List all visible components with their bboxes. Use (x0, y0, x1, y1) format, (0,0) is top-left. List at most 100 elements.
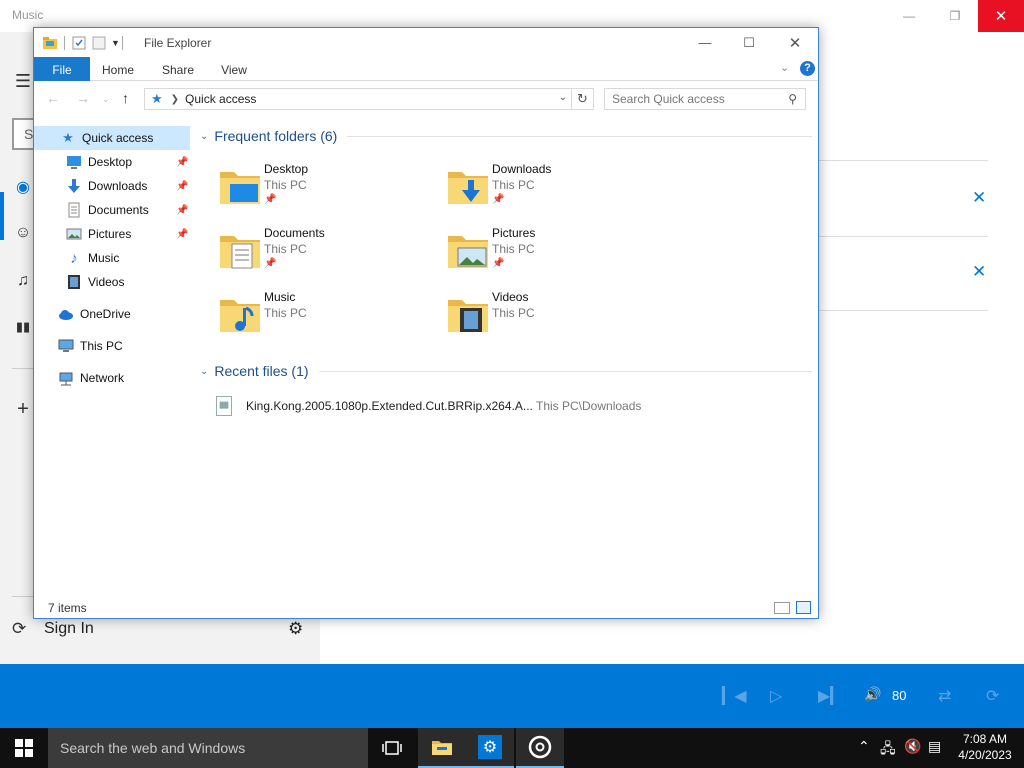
quick-access-icon: ★ (62, 130, 74, 145)
tab-file[interactable]: File (34, 57, 90, 81)
recent-files-header[interactable]: ⌄ Recent files (1) (200, 363, 812, 379)
folder-tile-documents[interactable]: Documents This PC 📌 (218, 226, 428, 282)
nav-item-pictures[interactable]: Pictures 📌 (34, 222, 190, 246)
tab-home[interactable]: Home (96, 57, 140, 81)
music-close-button[interactable]: ✕ (978, 0, 1024, 32)
breadcrumb-chevron-icon[interactable]: ❯ (171, 94, 179, 105)
taskbar-file-explorer[interactable] (418, 728, 466, 768)
pin-icon: 📌 (264, 258, 277, 269)
artists-icon[interactable]: ☺ (12, 222, 34, 244)
explorer-maximize-button[interactable]: ☐ (726, 28, 772, 57)
collapse-chevron-icon[interactable]: ⌄ (200, 366, 208, 377)
shuffle-icon[interactable]: ⇄ (938, 686, 951, 706)
nav-item-videos[interactable]: Videos (34, 270, 190, 294)
folder-tile-music[interactable]: Music This PC (218, 290, 428, 346)
taskbar-clock[interactable]: 7:08 AM 4/20/2023 (950, 731, 1020, 763)
taskbar-groove-music[interactable] (516, 728, 564, 768)
taskbar-search-box[interactable]: Search the web and Windows (48, 728, 368, 768)
music-restore-button[interactable]: ❐ (932, 0, 978, 32)
new-folder-icon[interactable] (91, 35, 107, 51)
explorer-close-button[interactable]: ✕ (772, 28, 818, 57)
taskbar-settings[interactable]: ⚙ (466, 728, 514, 768)
next-track-icon[interactable]: ▶▎ (818, 686, 843, 706)
tab-share[interactable]: Share (156, 57, 200, 81)
pin-icon[interactable]: 📌 (176, 157, 188, 168)
songs-icon[interactable]: ♫ (12, 270, 34, 292)
pin-icon: 📌 (492, 194, 505, 205)
frequent-folders-header[interactable]: ⌄ Frequent folders (6) (200, 128, 812, 144)
nav-item-music[interactable]: ♪ Music (34, 246, 190, 270)
nav-item-onedrive[interactable]: OneDrive (34, 302, 190, 326)
item-count: 7 items (48, 601, 87, 615)
now-playing-icon[interactable]: ▮▮ (12, 316, 34, 338)
nav-item-downloads[interactable]: Downloads 📌 (34, 174, 190, 198)
properties-icon[interactable] (71, 35, 87, 51)
nav-divider-bottom (12, 596, 34, 597)
show-hidden-icons-chevron-icon[interactable]: ⌃ (858, 738, 870, 755)
status-bar: 7 items (34, 598, 818, 618)
action-center-icon[interactable]: ▤ (928, 738, 941, 755)
back-arrow-icon[interactable]: ← (46, 90, 60, 106)
nav-item-network[interactable]: Network (34, 366, 190, 390)
details-view-icon[interactable] (774, 602, 790, 614)
tab-view[interactable]: View (212, 57, 256, 81)
folder-tile-pictures[interactable]: Pictures This PC 📌 (446, 226, 656, 282)
groove-music-icon (528, 735, 552, 759)
pin-icon[interactable]: 📌 (176, 205, 188, 216)
collapse-chevron-icon[interactable]: ⌄ (200, 131, 208, 142)
folder-tile-downloads[interactable]: Downloads This PC 📌 (446, 162, 656, 218)
breadcrumb-quick-access[interactable]: Quick access (185, 92, 256, 106)
add-playlist-icon[interactable]: + (12, 398, 34, 420)
folder-tile-videos[interactable]: Videos This PC (446, 290, 656, 346)
explorer-minimize-button[interactable]: — (682, 28, 728, 57)
content-divider (818, 160, 988, 161)
help-icon[interactable]: ? (800, 61, 815, 76)
videos-folder-icon (448, 300, 488, 332)
nav-item-desktop[interactable]: Desktop 📌 (34, 150, 190, 174)
folder-location: This PC (492, 242, 535, 256)
nav-label: Music (88, 251, 120, 265)
task-view-button[interactable] (368, 728, 416, 768)
nav-item-quick-access[interactable]: ★ Quick access (34, 126, 190, 150)
folder-location: This PC (264, 178, 307, 192)
dismiss-icon[interactable]: ✕ (972, 262, 986, 282)
music-minimize-button[interactable]: — (886, 0, 932, 32)
downloads-icon (68, 179, 80, 193)
pin-icon[interactable]: 📌 (176, 229, 188, 240)
large-icons-view-icon[interactable] (796, 601, 811, 614)
pin-icon[interactable]: 📌 (176, 181, 188, 192)
up-arrow-icon[interactable]: ↑ (122, 90, 129, 106)
nav-item-documents[interactable]: Documents 📌 (34, 198, 190, 222)
nav-label: Desktop (88, 155, 133, 169)
volume-icon[interactable]: 🔊 (864, 686, 881, 703)
hamburger-menu-icon[interactable]: ☰ (12, 70, 34, 92)
recent-file-row[interactable]: King.Kong.2005.1080p.Extended.Cut.BRRip.… (216, 394, 816, 418)
recent-locations-icon[interactable]: ⌄ (102, 94, 110, 105)
recent-files-title: Recent files (1) (214, 363, 309, 379)
dismiss-icon[interactable]: ✕ (972, 188, 986, 208)
refresh-icon: ↻ (577, 91, 588, 106)
volume-muted-tray-icon[interactable]: 🔇 (904, 738, 921, 755)
quick-access-star-icon: ★ (151, 91, 163, 106)
nav-label: Videos (88, 275, 125, 289)
settings-gear-icon[interactable]: ⚙ (288, 619, 303, 639)
music-app-title: Music (12, 8, 44, 22)
folder-tile-desktop[interactable]: Desktop This PC 📌 (218, 162, 428, 218)
forward-arrow-icon[interactable]: → (76, 90, 90, 106)
address-dropdown-icon[interactable]: ⌄ (559, 92, 567, 103)
nav-label: OneDrive (80, 307, 131, 321)
start-button[interactable] (0, 728, 48, 768)
network-tray-icon[interactable]: 🖧 (880, 738, 896, 762)
nav-item-this-pc[interactable]: This PC (34, 334, 190, 358)
repeat-icon[interactable]: ⟳ (986, 686, 999, 706)
address-bar[interactable]: ★ ❯ Quick access ⌄ (144, 88, 572, 110)
explorer-search-input[interactable]: Search Quick access ⚲ (604, 88, 806, 110)
previous-track-icon[interactable]: ▎◀ (722, 686, 747, 706)
albums-icon[interactable]: ◉ (12, 176, 34, 198)
customize-toolbar-icon[interactable]: ▼ (111, 38, 120, 48)
nav-label: Quick access (82, 131, 154, 145)
video-file-icon (216, 396, 232, 416)
refresh-button[interactable]: ↻ (572, 88, 594, 110)
play-icon[interactable]: ▷ (770, 686, 782, 706)
expand-ribbon-icon[interactable]: ⌄ (780, 61, 789, 74)
